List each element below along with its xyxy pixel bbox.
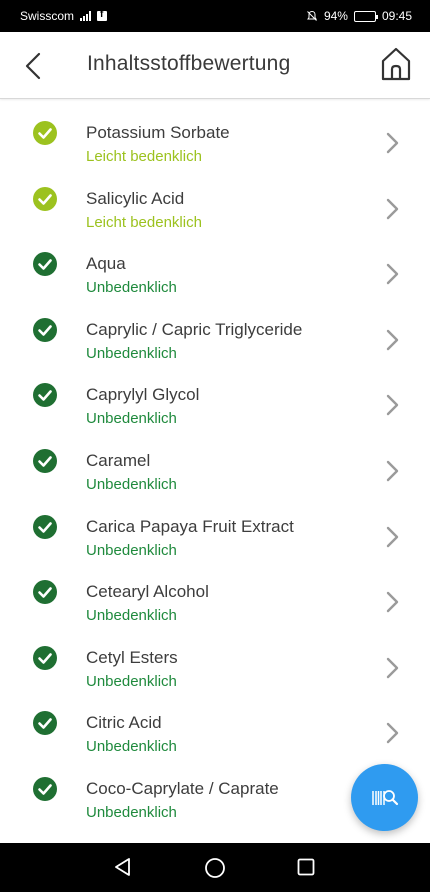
check-circle-icon bbox=[33, 383, 57, 408]
ingredient-rating: Unbedenklich bbox=[86, 279, 177, 297]
chevron-right-icon bbox=[386, 591, 399, 613]
check-circle-icon bbox=[33, 711, 57, 736]
ingredient-name: Carica Papaya Fruit Extract bbox=[86, 516, 294, 536]
ingredient-name: Potassium Sorbate bbox=[86, 123, 230, 142]
chevron-right-icon bbox=[386, 395, 399, 416]
check-circle-icon bbox=[33, 514, 57, 539]
check-circle-icon bbox=[33, 186, 57, 211]
check-circle-icon bbox=[33, 121, 57, 145]
status-bar-left: Swisscom bbox=[20, 9, 108, 23]
ingredient-row[interactable]: Carica Papaya Fruit Extract Unbedenklich bbox=[0, 494, 430, 560]
ingredient-row[interactable]: Citric Acid Unbedenklich bbox=[0, 690, 430, 756]
ingredient-row[interactable]: Caramel Unbedenklich bbox=[0, 428, 430, 494]
ingredient-rating: Unbedenklich bbox=[86, 738, 177, 756]
ingredient-name: Caprylyl Glycol bbox=[86, 385, 200, 405]
chevron-left-icon[interactable] bbox=[18, 50, 50, 82]
ingredient-rating: Unbedenklich bbox=[86, 672, 177, 690]
ingredient-rating: Unbedenklich bbox=[86, 344, 177, 362]
battery-icon bbox=[353, 10, 378, 22]
ingredient-name: Coco-Caprylate / Caprate bbox=[86, 778, 279, 798]
status-bar-right: 94% 09:45 bbox=[306, 9, 412, 23]
chevron-right-icon bbox=[386, 723, 399, 744]
ingredient-name: Caramel bbox=[86, 450, 151, 470]
ingredient-name: Aqua bbox=[86, 254, 126, 274]
battery-percent: 94% bbox=[323, 9, 348, 23]
ingredient-row[interactable]: Cetyl Esters Unbedenklich bbox=[0, 625, 430, 691]
nav-back-triangle-icon[interactable] bbox=[113, 857, 133, 877]
system-nav-bar bbox=[0, 843, 430, 892]
clock: 09:45 bbox=[381, 9, 412, 23]
mute-bell-icon bbox=[307, 10, 317, 21]
chevron-right-icon bbox=[386, 198, 399, 219]
facebook-notification-icon bbox=[97, 9, 108, 21]
ingredient-name: Caprylic / Capric Triglyceride bbox=[86, 319, 303, 339]
ingredient-rating: Leicht bedenklich bbox=[86, 213, 202, 231]
chevron-right-icon bbox=[386, 657, 399, 678]
app-header: Inhaltsstoffbewertung bbox=[0, 32, 430, 99]
ingredient-row[interactable]: Aqua Unbedenklich bbox=[0, 231, 430, 297]
ingredient-rating: Unbedenklich bbox=[86, 475, 177, 493]
chevron-right-icon bbox=[386, 526, 399, 547]
ingredient-row[interactable]: Caprylyl Glycol Unbedenklich bbox=[0, 362, 430, 428]
status-bar: Swisscom 94% 09:45 bbox=[0, 0, 430, 32]
barcode-search-icon bbox=[371, 789, 398, 805]
nav-home-circle-icon[interactable] bbox=[204, 857, 226, 879]
signal-icon bbox=[80, 11, 92, 21]
ingredient-rating: Unbedenklich bbox=[86, 410, 177, 428]
ingredient-rating: Unbedenklich bbox=[86, 607, 177, 625]
ingredient-rating: Unbedenklich bbox=[86, 803, 177, 821]
check-circle-icon bbox=[33, 776, 57, 801]
chevron-right-icon bbox=[386, 460, 399, 482]
ingredient-row[interactable]: Cetearyl Alcohol Unbedenklich bbox=[0, 559, 430, 625]
home-icon[interactable] bbox=[380, 46, 412, 82]
ingredient-rating: Leicht bedenklich bbox=[86, 148, 202, 165]
ingredient-name: Cetyl Esters bbox=[86, 647, 178, 667]
nav-recent-square-icon[interactable] bbox=[297, 858, 315, 876]
ingredient-name: Citric Acid bbox=[86, 713, 162, 733]
ingredient-name: Salicylic Acid bbox=[86, 188, 185, 208]
barcode-scan-button[interactable] bbox=[351, 764, 418, 831]
check-circle-icon bbox=[33, 580, 57, 605]
chevron-right-icon bbox=[386, 329, 399, 350]
page-title: Inhaltsstoffbewertung bbox=[87, 52, 291, 75]
check-circle-icon bbox=[33, 645, 57, 670]
chevron-right-icon bbox=[386, 132, 399, 154]
ingredient-list: Potassium Sorbate Leicht bedenklich Salicy… bbox=[0, 100, 430, 843]
ingredient-rating: Unbedenklich bbox=[86, 541, 177, 559]
ingredient-row[interactable]: Caprylic / Capric Triglyceride Unbedenkli… bbox=[0, 297, 430, 363]
carrier-label: Swisscom bbox=[20, 9, 75, 23]
check-circle-icon bbox=[33, 448, 57, 473]
ingredient-name: Cetearyl Alcohol bbox=[86, 582, 209, 602]
check-circle-icon bbox=[33, 252, 57, 277]
chevron-right-icon bbox=[386, 263, 399, 285]
ingredient-row[interactable]: Potassium Sorbate Leicht bedenklich bbox=[0, 100, 430, 166]
check-circle-icon bbox=[33, 317, 57, 342]
ingredient-row[interactable]: Salicylic Acid Leicht bedenklich bbox=[0, 166, 430, 232]
